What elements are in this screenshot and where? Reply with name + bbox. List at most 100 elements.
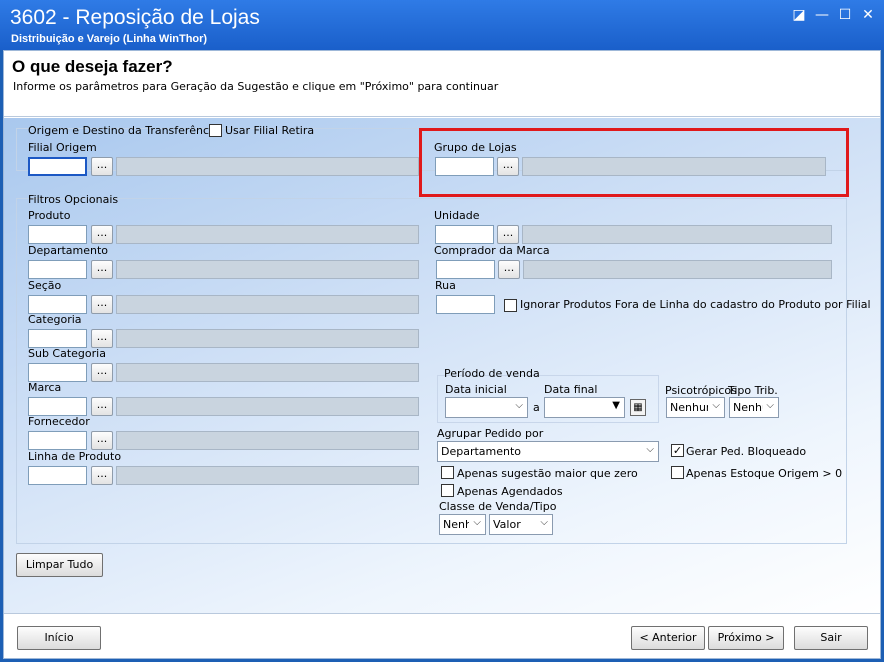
usar-filial-retira-label: Usar Filial Retira (225, 124, 315, 137)
data-inicial-picker[interactable]: ⌵ (445, 397, 528, 418)
data-final-label: Data final (544, 383, 598, 396)
psicotropicos-value: Nenhum (670, 401, 708, 414)
restore-icon[interactable]: ◪ (789, 6, 809, 24)
marca-search-button[interactable]: ... (91, 397, 113, 416)
chevron-down-icon: ⌵ (515, 400, 523, 411)
fornecedor-description (116, 431, 419, 450)
window-title: 3602 - Reposição de Lojas (10, 6, 260, 29)
wizard-frame: O que deseja fazer? Informe os parâmetro… (3, 50, 881, 659)
unidade-search-button[interactable]: ... (497, 225, 519, 244)
comprador-label: Comprador da Marca (434, 244, 550, 257)
wizard-footer: Início < Anterior Próximo > Sair (4, 613, 880, 658)
marca-input[interactable] (28, 397, 87, 416)
classe-venda-label: Classe de Venda/Tipo (439, 500, 557, 513)
psicotropicos-label: Psicotrópicos (665, 384, 737, 397)
sub-categoria-input[interactable] (28, 363, 87, 382)
wizard-header: O que deseja fazer? Informe os parâmetro… (4, 51, 880, 117)
apenas-estoque-checkbox[interactable] (671, 466, 684, 479)
marca-description (116, 397, 419, 416)
secao-input[interactable] (28, 295, 87, 314)
periodo-title: Período de venda (444, 367, 540, 380)
proximo-button[interactable]: Próximo > (708, 626, 784, 650)
chevron-down-icon: ⌵ (712, 400, 720, 411)
sub-categoria-label: Sub Categoria (28, 347, 106, 360)
wizard-content: Origem e Destino da Transferência Usar F… (4, 118, 880, 613)
page-instruction: Informe os parâmetros para Geração da Su… (13, 80, 499, 93)
maximize-icon[interactable]: ☐ (835, 6, 855, 24)
periodo-separator: a (533, 401, 540, 414)
filtros-group-title: Filtros Opcionais (28, 193, 119, 206)
produto-description (116, 225, 419, 244)
tipo-trib-select[interactable]: Nenhum ⌵ (729, 397, 779, 418)
gerar-ped-bloqueado-label: Gerar Ped. Bloqueado (686, 445, 807, 458)
unidade-input[interactable] (435, 225, 494, 244)
produto-label: Produto (28, 209, 71, 222)
origem-group-title: Origem e Destino da Transferência (28, 124, 219, 137)
apenas-agendados-checkbox[interactable] (441, 484, 454, 497)
filial-origem-input[interactable] (28, 157, 87, 176)
produto-search-button[interactable]: ... (91, 225, 113, 244)
rua-input[interactable] (436, 295, 495, 314)
data-inicial-label: Data inicial (445, 383, 507, 396)
chevron-down-icon: ⌵ (646, 444, 654, 455)
comprador-input[interactable] (436, 260, 495, 279)
rua-label: Rua (435, 279, 456, 292)
linha-produto-search-button[interactable]: ... (91, 466, 113, 485)
tipo-trib-label: Tipo Trib. (728, 384, 778, 397)
limpar-tudo-button[interactable]: Limpar Tudo (16, 553, 103, 577)
categoria-search-button[interactable]: ... (91, 329, 113, 348)
apenas-agendados-label: Apenas Agendados (457, 485, 563, 498)
unidade-label: Unidade (434, 209, 480, 222)
departamento-input[interactable] (28, 260, 87, 279)
gerar-ped-bloqueado-checkbox[interactable]: ✓ (671, 444, 684, 457)
ignorar-fora-linha-checkbox[interactable] (504, 299, 517, 312)
inicio-button[interactable]: Início (17, 626, 101, 650)
highlight-annotation (419, 128, 849, 197)
produto-input[interactable] (28, 225, 87, 244)
unidade-description (522, 225, 832, 244)
tipo-valor-select[interactable]: Valor ⌵ (489, 514, 553, 535)
fornecedor-label: Fornecedor (28, 415, 90, 428)
categoria-description (116, 329, 419, 348)
categoria-input[interactable] (28, 329, 87, 348)
fornecedor-search-button[interactable]: ... (91, 431, 113, 450)
agrupar-select[interactable]: Departamento ⌵ (437, 441, 659, 462)
marca-label: Marca (28, 381, 62, 394)
secao-description (116, 295, 419, 314)
sair-button[interactable]: Sair (794, 626, 868, 650)
linha-produto-description (116, 466, 419, 485)
page-heading: O que deseja fazer? (12, 57, 173, 76)
filial-origem-label: Filial Origem (28, 141, 97, 154)
calendar-icon[interactable]: ▦ (630, 399, 646, 416)
usar-filial-retira-checkbox[interactable] (209, 124, 222, 137)
data-final-picker[interactable]: ▼ (544, 397, 625, 418)
window-subtitle: Distribuição e Varejo (Linha WinThor) (11, 33, 208, 45)
apenas-sugestao-checkbox[interactable] (441, 466, 454, 479)
linha-produto-input[interactable] (28, 466, 87, 485)
classe-venda-select[interactable]: Nenhum ⌵ (439, 514, 486, 535)
sub-categoria-description (116, 363, 419, 382)
departamento-description (116, 260, 419, 279)
anterior-button[interactable]: < Anterior (631, 626, 705, 650)
close-icon[interactable]: ✕ (858, 6, 878, 24)
sub-categoria-search-button[interactable]: ... (91, 363, 113, 382)
chevron-down-icon: ⌵ (766, 400, 774, 411)
apenas-estoque-label: Apenas Estoque Origem > 0 (686, 467, 843, 480)
departamento-search-button[interactable]: ... (91, 260, 113, 279)
chevron-down-icon: ⌵ (473, 517, 481, 528)
filial-origem-description (116, 157, 419, 176)
tipo-valor-value: Valor (493, 518, 521, 531)
agrupar-label: Agrupar Pedido por (437, 427, 544, 440)
title-bar: 3602 - Reposição de Lojas Distribuição e… (0, 0, 884, 50)
comprador-search-button[interactable]: ... (498, 260, 520, 279)
ignorar-fora-linha-label: Ignorar Produtos Fora de Linha do cadast… (520, 298, 871, 311)
categoria-label: Categoria (28, 313, 82, 326)
apenas-sugestao-label: Apenas sugestão maior que zero (457, 467, 638, 480)
minimize-icon[interactable]: — (812, 6, 832, 24)
secao-search-button[interactable]: ... (91, 295, 113, 314)
filial-origem-search-button[interactable]: ... (91, 157, 113, 176)
comprador-description (523, 260, 832, 279)
fornecedor-input[interactable] (28, 431, 87, 450)
psicotropicos-select[interactable]: Nenhum ⌵ (666, 397, 725, 418)
tipo-trib-value: Nenhum (733, 401, 763, 414)
